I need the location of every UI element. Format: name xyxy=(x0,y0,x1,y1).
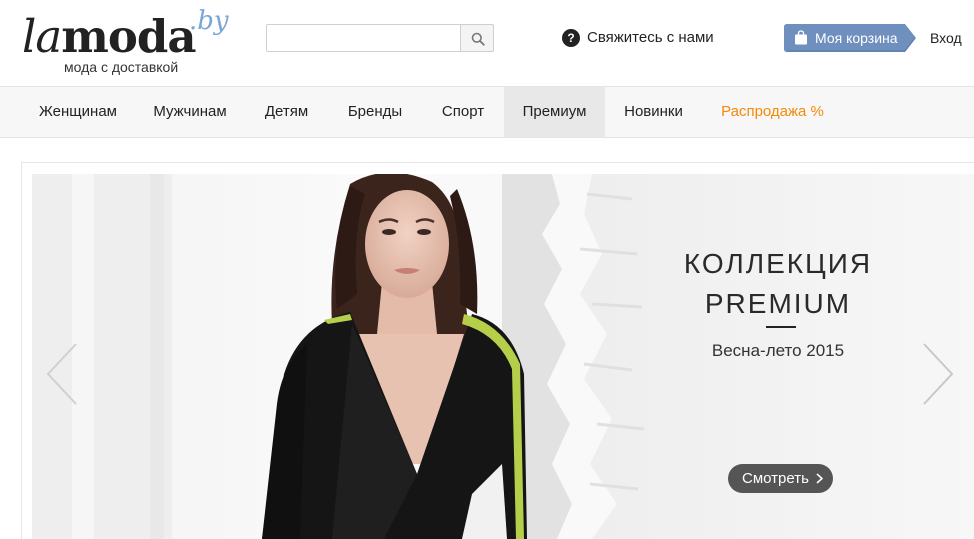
promo-banner[interactable]: КОЛЛЕКЦИЯ PREMIUM Весна-лето 2015 Смотре… xyxy=(32,174,974,539)
logo-moda: moda xyxy=(61,10,196,63)
nav-item-women[interactable]: Женщинам xyxy=(21,87,135,137)
chevron-right-icon xyxy=(816,473,823,484)
chevron-left-icon[interactable] xyxy=(44,342,80,406)
chevron-right-icon[interactable] xyxy=(920,342,956,406)
cart-button[interactable]: Моя корзина xyxy=(784,24,916,52)
shopping-bag-icon xyxy=(795,30,807,45)
nav-item-premium[interactable]: Премиум xyxy=(504,87,605,137)
nav-item-brands[interactable]: Бренды xyxy=(328,87,422,137)
search-bar xyxy=(266,24,494,52)
cart-label: Моя корзина xyxy=(815,30,898,46)
site-header: lamoda .by мода с доставкой ? Свяжитесь … xyxy=(0,0,974,86)
nav-item-kids[interactable]: Детям xyxy=(245,87,328,137)
view-button[interactable]: Смотреть xyxy=(728,464,833,493)
nav-item-sport[interactable]: Спорт xyxy=(422,87,504,137)
nav-item-sale[interactable]: Распродажа % xyxy=(702,87,843,137)
banner-title: КОЛЛЕКЦИЯ PREMIUM xyxy=(683,248,873,319)
view-button-label: Смотреть xyxy=(742,470,809,487)
banner-subtitle: Весна-лето 2015 xyxy=(711,341,845,360)
logo[interactable]: lamoda .by мода с доставкой xyxy=(22,8,232,78)
logo-domain: .by xyxy=(189,6,229,36)
search-button[interactable] xyxy=(460,24,494,52)
logo-wordmark: lamoda xyxy=(22,14,197,59)
login-link[interactable]: Вход xyxy=(930,30,962,46)
logo-la: la xyxy=(22,10,62,63)
search-icon xyxy=(471,32,485,46)
question-icon: ? xyxy=(562,29,580,47)
search-input[interactable] xyxy=(266,24,461,52)
banner-divider xyxy=(766,326,796,328)
nav-item-men[interactable]: Мужчинам xyxy=(135,87,245,137)
contact-label: Свяжитесь с нами xyxy=(587,29,714,46)
nav-item-new[interactable]: Новинки xyxy=(605,87,702,137)
main-nav: Женщинам Мужчинам Детям Бренды Спорт Пре… xyxy=(0,86,974,138)
logo-tagline: мода с доставкой xyxy=(64,59,179,75)
